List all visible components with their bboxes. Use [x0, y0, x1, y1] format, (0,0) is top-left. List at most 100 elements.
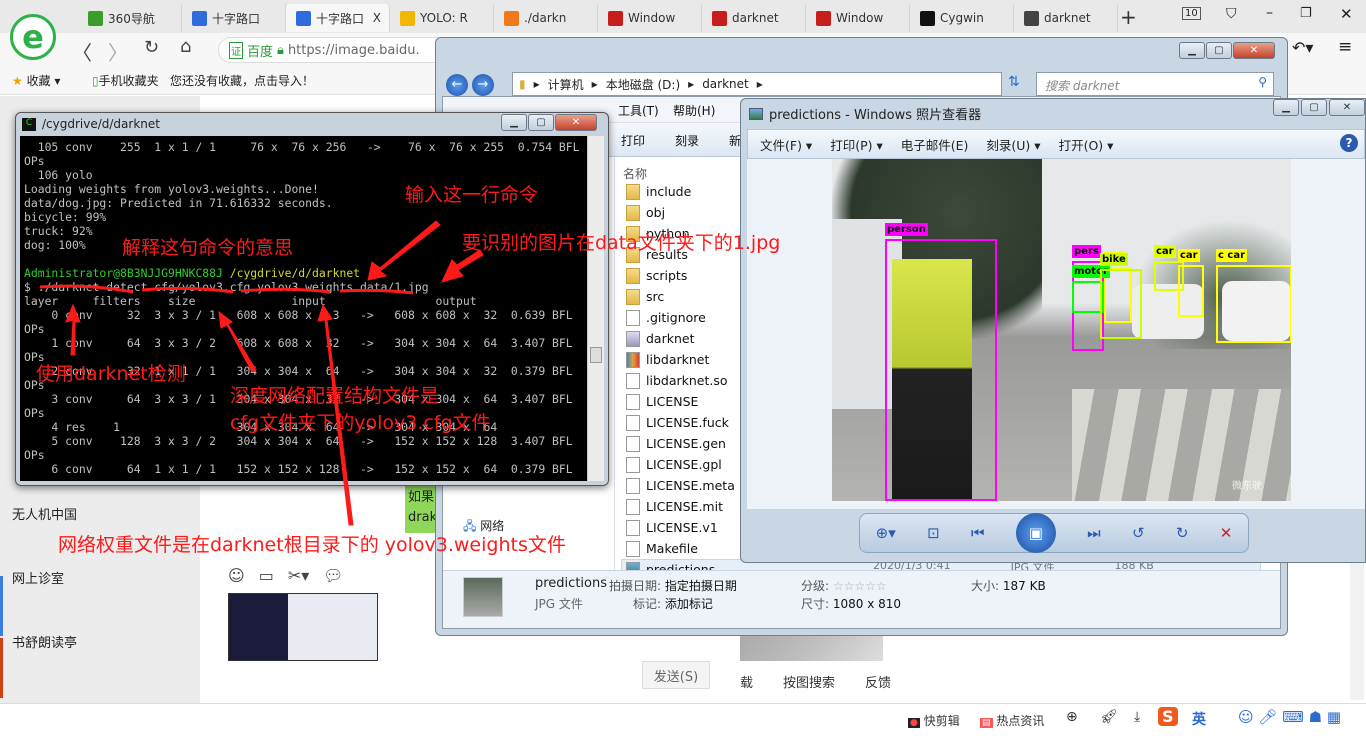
import-hint[interactable]: 您还没有收藏，点击导入！ [170, 72, 314, 89]
file-row[interactable]: obj [626, 202, 665, 223]
rotate-right-button[interactable]: ↻ [1176, 524, 1189, 542]
address-bar[interactable]: 证 百度 🔒︎ https://image.baidu. [218, 37, 448, 63]
file-row[interactable]: LICENSE.meta [626, 475, 735, 496]
zoom-icon[interactable]: ⊕▾ [876, 524, 896, 542]
back-button[interactable]: 〈 [72, 37, 92, 66]
close-button[interactable]: ✕ [1233, 42, 1275, 59]
previous-button[interactable]: ⏮ [971, 524, 985, 542]
minimize-button[interactable]: ▁ [1179, 42, 1205, 59]
undo-icon[interactable]: ↶▾ [1292, 38, 1313, 57]
browser-tab[interactable]: ./darkn [494, 4, 598, 32]
maximize-button[interactable]: ▢ [1206, 42, 1232, 59]
file-row[interactable]: LICENSE.gpl [626, 454, 722, 475]
minimize-button[interactable]: ▁ [1273, 99, 1299, 116]
sidebar-item[interactable]: 网上诊室 [12, 568, 64, 587]
taken-value[interactable]: 指定拍摄日期 [665, 579, 737, 593]
rocket-icon[interactable]: 🚀︎ [1100, 709, 1118, 725]
kuaijianji-button[interactable]: ● 快剪辑 [908, 712, 960, 729]
tab-close-icon[interactable]: X [373, 11, 381, 25]
print-button[interactable]: 打印 [621, 132, 645, 149]
burn-button[interactable]: 刻录 [675, 132, 699, 149]
rating-stars[interactable]: ☆☆☆☆☆ [833, 579, 887, 593]
emoji-icon[interactable]: ☺ [228, 566, 245, 585]
download-action[interactable]: 载 [740, 672, 753, 691]
refresh-button[interactable]: ⇅ [1008, 74, 1020, 90]
help-icon[interactable]: ? [1340, 134, 1358, 152]
maximize-button[interactable]: ▢ [1301, 99, 1327, 116]
file-row[interactable]: LICENSE [626, 391, 698, 412]
minimize-button[interactable]: ▁ [501, 114, 527, 131]
menu-help[interactable]: 帮助(H) [673, 102, 715, 119]
tab-count-badge[interactable]: 10 [1182, 7, 1201, 20]
file-row[interactable]: Makefile [626, 538, 698, 559]
browser-tab[interactable]: darknet [1014, 4, 1118, 32]
browser-tab[interactable]: Window [806, 4, 910, 32]
minimize-button[interactable]: – [1266, 5, 1273, 21]
sogou-ime-icon[interactable]: S [1158, 707, 1178, 726]
scroll-thumb[interactable] [590, 347, 602, 363]
back-button[interactable]: ← [446, 74, 468, 96]
file-row[interactable]: .gitignore [626, 307, 706, 328]
menu-email[interactable]: 电子邮件(E) [901, 135, 969, 154]
tags-value[interactable]: 添加标记 [665, 597, 713, 611]
maximize-button[interactable]: ▢ [528, 114, 554, 131]
close-button[interactable]: ✕ [555, 114, 597, 131]
menu-print[interactable]: 打印(P) ▾ [830, 135, 883, 154]
maximize-button[interactable]: ❐ [1300, 6, 1312, 21]
terminal-scrollbar[interactable] [587, 136, 604, 481]
breadcrumb-item[interactable]: 计算机 [548, 76, 584, 93]
forward-button[interactable]: 〉 [108, 37, 128, 66]
breadcrumb-item[interactable]: darknet [702, 77, 749, 91]
forward-button[interactable]: → [472, 74, 494, 96]
send-button[interactable]: 发送(S) [642, 661, 710, 689]
screenshot-thumbnail[interactable] [228, 593, 378, 661]
home-button[interactable]: ⌂ [180, 36, 191, 57]
page-scrollbar[interactable] [1350, 560, 1364, 700]
skin-icon[interactable]: ⛉ [1226, 6, 1237, 22]
folder-icon[interactable]: ▭ [259, 566, 274, 585]
browser-tab[interactable]: Cygwin [910, 4, 1014, 32]
browser-tab[interactable]: 十字路口 [182, 4, 286, 32]
next-button[interactable]: ⏭ [1087, 524, 1101, 542]
feedback-action[interactable]: 反馈 [865, 672, 891, 691]
menu-icon[interactable]: ≡ [1338, 37, 1352, 57]
news-button[interactable]: ▤ 热点资讯 [980, 712, 1044, 729]
menu-burn[interactable]: 刻录(U) ▾ [986, 135, 1040, 154]
chat-bubble-icon[interactable]: 💬︎ [323, 566, 343, 585]
file-row[interactable]: scripts [626, 265, 687, 286]
fit-icon[interactable]: ⊡ [927, 524, 940, 542]
speed-icon[interactable]: ⊕ [1066, 709, 1078, 725]
menu-tools[interactable]: 工具(T) [618, 102, 659, 119]
file-row[interactable]: darknet [626, 328, 695, 349]
file-row[interactable]: LICENSE.mit [626, 496, 723, 517]
delete-button[interactable]: ✕ [1220, 524, 1233, 542]
reload-button[interactable]: ↻ [144, 37, 159, 58]
browser-tab[interactable]: darknet [702, 4, 806, 32]
sidebar-item[interactable]: 无人机中国 [12, 504, 77, 523]
file-row[interactable]: LICENSE.gen [626, 433, 726, 454]
slideshow-button[interactable]: ▣ [1015, 513, 1056, 553]
close-button[interactable]: ✕ [1340, 5, 1353, 23]
file-row[interactable]: src [626, 286, 664, 307]
browser-tab[interactable]: YOLO: R [390, 4, 494, 32]
rotate-left-button[interactable]: ↺ [1132, 524, 1145, 542]
column-header-name[interactable]: 名称 [623, 165, 647, 182]
breadcrumb-item[interactable]: 本地磁盘 (D:) [606, 76, 680, 93]
menu-open[interactable]: 打开(O) ▾ [1059, 135, 1114, 154]
favorites-button[interactable]: ★ 收藏 ▾ [12, 72, 60, 89]
browser-tab[interactable]: 360导航 [78, 4, 182, 32]
sidebar-item[interactable]: 书舒朗读亭 [12, 632, 77, 651]
search-input[interactable]: 搜索 darknet ⚲ [1036, 72, 1274, 96]
ime-tools-icons[interactable]: ☺ 🎤︎ ⌨ ☗ ▦ [1238, 708, 1341, 726]
new-tab-button[interactable]: + [1120, 5, 1137, 29]
file-row[interactable]: LICENSE.fuck [626, 412, 729, 433]
file-row[interactable]: libdarknet.so [626, 370, 728, 391]
browser-tab[interactable]: Window [598, 4, 702, 32]
scissors-icon[interactable]: ✂▾ [288, 566, 309, 585]
download-icon[interactable]: ⤓ [1134, 709, 1140, 725]
file-row[interactable]: LICENSE.v1 [626, 517, 718, 538]
file-row[interactable]: include [626, 181, 691, 202]
close-button[interactable]: ✕ [1329, 99, 1365, 116]
file-row[interactable]: libdarknet [626, 349, 709, 370]
menu-file[interactable]: 文件(F) ▾ [760, 135, 812, 154]
